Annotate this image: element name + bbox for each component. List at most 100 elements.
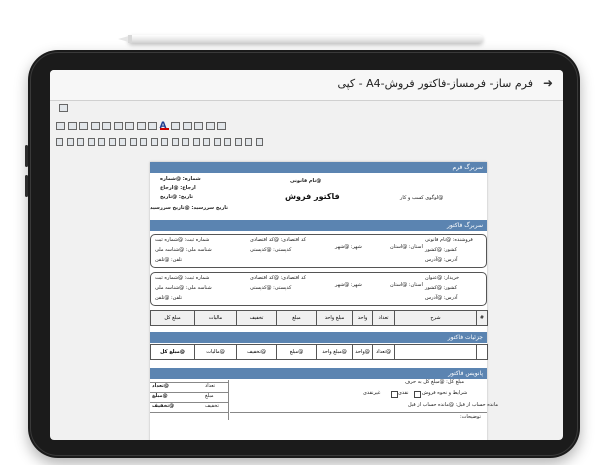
buyer-reg: شماره ثبت: @شماره ثبت: [155, 275, 210, 281]
items-table-row: @مبلغ کل @مالیات @تخفیف @مبلغ @مبلغ واحد…: [150, 344, 488, 360]
align-icon[interactable]: [161, 138, 168, 146]
align-icon[interactable]: [213, 138, 221, 146]
form-reference: ارجاع: @ارجاع: [160, 185, 196, 191]
table-icon[interactable]: [79, 122, 88, 130]
table-icon[interactable]: [56, 122, 65, 130]
arrow-right-icon[interactable]: ➜: [543, 76, 553, 90]
row-amount: @مبلغ: [276, 344, 317, 360]
seller-econ-code: کد اقتصادی: @کد اقتصادی: [250, 237, 307, 243]
image-icon[interactable]: [59, 104, 68, 112]
table-icon[interactable]: [102, 122, 111, 130]
align-icon[interactable]: [255, 138, 263, 146]
align-icon[interactable]: [77, 138, 84, 146]
table-icon[interactable]: [148, 122, 157, 130]
seller-postal: کدپستی: @کدپستی: [250, 247, 292, 253]
row-qty: @تعداد: [372, 344, 395, 360]
format-icon[interactable]: [194, 122, 203, 130]
credit-checkbox[interactable]: [391, 391, 398, 398]
total-in-words: مبلغ کل: @مبلغ کل به حرف: [405, 379, 465, 385]
seller-phone: تلفن: @تلفن: [155, 257, 183, 263]
buyer-name: خریدار: @عنوان: [425, 275, 460, 281]
align-icon[interactable]: [245, 138, 252, 146]
seller-city: شهر: @شهر: [335, 244, 362, 250]
table-icon[interactable]: [125, 122, 134, 130]
buyer-address: آدرس: @آدرس: [425, 295, 458, 301]
invoice-title: فاکتور فروش: [285, 192, 340, 201]
align-icon[interactable]: [140, 138, 147, 146]
items-table-header: مبلغ کل مالیات تخفیف مبلغ مبلغ واحد واحد…: [150, 310, 488, 326]
table-icon[interactable]: [67, 122, 77, 130]
list-icon[interactable]: [182, 122, 192, 130]
row-index: [476, 344, 488, 360]
invoice-details-band: جزئیات فاکتور: [150, 332, 487, 343]
summary-discount-value: @تخفیف: [152, 403, 175, 409]
form-date: تاریخ: @تاریخ: [160, 194, 193, 200]
align-icon[interactable]: [108, 138, 116, 146]
align-icon[interactable]: [234, 138, 242, 146]
align-icon[interactable]: [192, 138, 200, 146]
align-icon[interactable]: [56, 138, 63, 146]
col-header-desc: شرح: [394, 310, 477, 326]
row-total: @مبلغ کل: [150, 344, 195, 360]
align-icon[interactable]: [224, 138, 231, 146]
col-header-unit-price: مبلغ واحد: [316, 310, 353, 326]
seller-country: کشور: @کشور: [425, 247, 457, 253]
seller-province: استان: @استان: [390, 244, 423, 250]
window-title: فرم ساز- فرمساز-فاکتور فروش-A4 - کپی: [337, 77, 533, 90]
credit-label: غیرنقدی: [363, 390, 381, 396]
summary-amount-label: مبلغ: [205, 393, 214, 399]
cash-label: نقدی: [398, 390, 409, 396]
buyer-city: شهر: @شهر: [335, 282, 362, 288]
report-paper: سربرگ فرم شماره: @شماره ارجاع: @ارجاع تا…: [150, 162, 498, 440]
col-header-index: #: [476, 310, 488, 326]
invoice-header-band: سربرگ فاکتور: [150, 220, 487, 231]
col-header-discount: تخفیف: [236, 310, 277, 326]
align-icon[interactable]: [66, 138, 74, 146]
col-header-tax: مالیات: [194, 310, 237, 326]
align-icon[interactable]: [119, 138, 126, 146]
row-unit-price: @مبلغ واحد: [316, 344, 353, 360]
tablet-frame: ➜ فرم ساز- فرمساز-فاکتور فروش-A4 - کپی A…: [25, 50, 580, 458]
title-bar: ➜ فرم ساز- فرمساز-فاکتور فروش-A4 - کپی: [50, 70, 563, 101]
seller-name: فروشنده: @نام قانونی: [425, 237, 473, 243]
number-icon[interactable]: [205, 122, 215, 130]
buyer-econ-code: کد اقتصادی: @کد اقتصادی: [250, 275, 307, 281]
align-icon[interactable]: [171, 138, 179, 146]
table-icon[interactable]: [90, 122, 100, 130]
form-number: شماره: @شماره: [160, 176, 201, 182]
apple-pencil: [118, 35, 483, 43]
table-icon[interactable]: [113, 122, 123, 130]
col-header-unit: واحد: [352, 310, 373, 326]
invoice-footer-band: پانویس فاکتور: [150, 368, 487, 379]
col-header-qty: تعداد: [372, 310, 395, 326]
align-icon[interactable]: [98, 138, 105, 146]
summary-amount-value: @مبلغ: [152, 393, 168, 399]
align-icon[interactable]: [150, 138, 158, 146]
row-tax: @مالیات: [194, 344, 237, 360]
buyer-postal: کدپستی: @کدپستی: [250, 285, 292, 291]
notes-label: توضیحات:: [460, 414, 481, 420]
align-icon[interactable]: [129, 138, 137, 146]
highlight-icon[interactable]: [171, 122, 180, 130]
align-icon[interactable]: [203, 138, 210, 146]
buyer-phone: تلفن: @تلفن: [155, 295, 183, 301]
seller-reg: شماره ثبت: @شماره ثبت: [155, 237, 210, 243]
align-icon[interactable]: [87, 138, 95, 146]
seller-national-id: شناسه ملی: @شناسه ملی: [155, 247, 212, 253]
legal-name: @نام قانونی: [290, 178, 322, 184]
table-icon[interactable]: [136, 122, 146, 130]
col-header-amount: مبلغ: [276, 310, 317, 326]
form-header-band: سربرگ فرم: [150, 162, 487, 173]
toolbar-row-2: A: [50, 118, 563, 134]
row-desc: [394, 344, 477, 360]
col-header-total: مبلغ کل: [150, 310, 195, 326]
buyer-country: کشور: @کشور: [425, 285, 457, 291]
font-color-icon[interactable]: A: [159, 122, 169, 131]
row-discount: @تخفیف: [236, 344, 277, 360]
toolbar-row-3: [50, 134, 563, 150]
cash-checkbox[interactable]: [414, 391, 421, 398]
row-unit: @واحد: [352, 344, 373, 360]
business-logo: @لوگوی کسب و کار: [400, 195, 444, 201]
align-icon[interactable]: [182, 138, 189, 146]
refresh-icon[interactable]: [217, 122, 226, 130]
